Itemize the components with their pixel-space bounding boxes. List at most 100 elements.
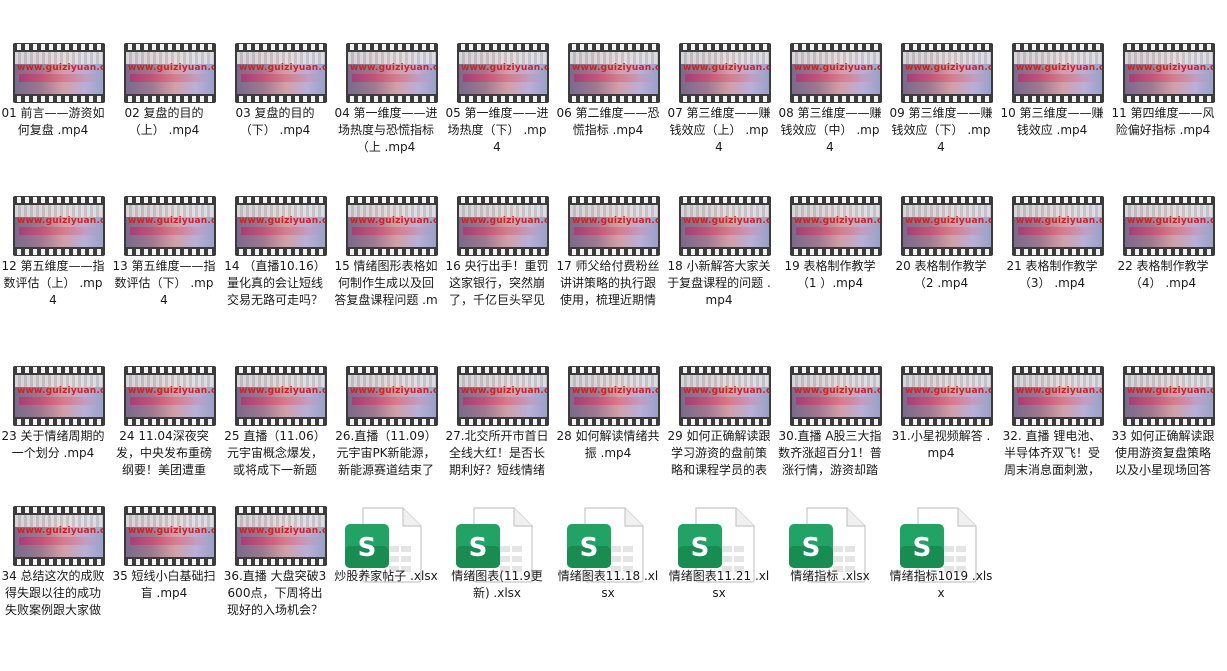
watermark-text: www.guiziyuan.cn	[128, 386, 214, 396]
file-name-label: 14 （直播10.16）量化真的会让短线交易无路可走吗？游资解…	[224, 259, 326, 307]
video-thumbnail-icon: www.guiziyuan.cn	[1012, 43, 1104, 103]
file-name-label: 13 第五维度——指数评估（下） .mp4	[112, 259, 216, 307]
watermark-text: www.guiziyuan.cn	[1016, 216, 1102, 226]
watermark-text: www.guiziyuan.cn	[905, 63, 991, 73]
video-thumbnail-icon: www.guiziyuan.cn	[457, 43, 549, 103]
video-thumbnail-icon: www.guiziyuan.cn	[790, 196, 882, 256]
watermark-text: www.guiziyuan.cn	[239, 63, 325, 73]
file-name-label: 29 如何正确解读跟学习游资的盘前策略和课程学员的表格制作…	[667, 429, 771, 477]
video-thumbnail-icon: www.guiziyuan.cn	[235, 43, 327, 103]
video-thumbnail-icon: www.guiziyuan.cn	[1012, 366, 1104, 426]
file-name-label: 35 短线小白基础扫盲 .mp4	[112, 569, 216, 600]
watermark-text: www.guiziyuan.cn	[683, 216, 769, 226]
video-thumbnail-icon: www.guiziyuan.cn	[124, 506, 216, 566]
video-thumbnail-icon: www.guiziyuan.cn	[457, 196, 549, 256]
watermark-text: www.guiziyuan.cn	[794, 216, 880, 226]
video-thumbnail-icon: www.guiziyuan.cn	[235, 506, 327, 566]
video-thumbnail-icon: www.guiziyuan.cn	[235, 196, 327, 256]
file-name-label: 01 前言——游资如何复盘 .mp4	[1, 106, 105, 137]
watermark-text: www.guiziyuan.cn	[17, 526, 103, 536]
file-name-label: 11 第四维度——风险偏好指标 .mp4	[1111, 106, 1215, 137]
file-name-label: 27.北交所开市首日全线大红！是否长期利好？短线情绪见顶，…	[445, 429, 549, 477]
file-name-label: 30.直播 A股三大指数齐涨超百分1！普涨行情，游资却踏空？下…	[778, 429, 882, 477]
video-thumbnail-icon: www.guiziyuan.cn	[790, 43, 882, 103]
video-thumbnail-icon: www.guiziyuan.cn	[124, 366, 216, 426]
watermark-text: www.guiziyuan.cn	[683, 386, 769, 396]
watermark-text: www.guiziyuan.cn	[128, 216, 214, 226]
watermark-text: www.guiziyuan.cn	[794, 386, 880, 396]
file-name-label: 情绪图表11.18 .xlsx	[557, 569, 659, 600]
watermark-text: www.guiziyuan.cn	[1127, 386, 1213, 396]
file-name-label: 23 关于情绪周期的一个划分 .mp4	[1, 429, 105, 460]
file-name-label: 10 第三维度——赚钱效应 .mp4	[1000, 106, 1104, 137]
file-name-label: 炒股养家帖子 .xlsx	[334, 569, 438, 583]
file-name-label: 36.直播 大盘突破3600点，下周将出现好的入场机会？职业游…	[223, 569, 327, 617]
watermark-text: www.guiziyuan.cn	[239, 216, 325, 226]
file-name-label: 05 第一维度——进场热度（下） .mp4	[445, 106, 549, 154]
video-thumbnail-icon: www.guiziyuan.cn	[568, 366, 660, 426]
file-name-label: 04 第一维度——进场热度与恐慌指标（上 .mp4	[334, 106, 438, 154]
watermark-text: www.guiziyuan.cn	[1127, 63, 1213, 73]
file-name-label: 情绪指标1019 .xlsx	[889, 569, 993, 600]
video-thumbnail-icon: www.guiziyuan.cn	[1123, 43, 1215, 103]
svg-text:S: S	[913, 533, 932, 563]
file-name-label: 06 第二维度——恐慌指标 .mp4	[556, 106, 660, 137]
svg-text:S: S	[691, 533, 710, 563]
video-thumbnail-icon: www.guiziyuan.cn	[901, 43, 993, 103]
file-name-label: 情绪图表(11.9更新) .xlsx	[451, 569, 543, 600]
watermark-text: www.guiziyuan.cn	[350, 216, 436, 226]
file-name-label: 情绪图表11.21 .xlsx	[668, 569, 770, 600]
file-name-label: 17 师父给付费粉丝讲讲策略的执行跟使用，梳理近期情况 .mp4	[556, 259, 660, 307]
file-name-label: 18 小新解答大家关于复盘课程的问题 .mp4	[667, 259, 771, 307]
watermark-text: www.guiziyuan.cn	[17, 63, 103, 73]
watermark-text: www.guiziyuan.cn	[17, 216, 103, 226]
video-thumbnail-icon: www.guiziyuan.cn	[13, 43, 105, 103]
watermark-text: www.guiziyuan.cn	[572, 386, 658, 396]
file-name-label: 03 复盘的目的（下） .mp4	[235, 106, 315, 137]
video-thumbnail-icon: www.guiziyuan.cn	[679, 43, 771, 103]
watermark-text: www.guiziyuan.cn	[461, 386, 547, 396]
watermark-text: www.guiziyuan.cn	[1127, 216, 1213, 226]
svg-text:S: S	[580, 533, 599, 563]
video-thumbnail-icon: www.guiziyuan.cn	[1123, 196, 1215, 256]
file-name-label: 16 央行出手！重罚这家银行，突然崩了，千亿巨头罕见跌停，6…	[445, 259, 549, 307]
file-name-label: 21 表格制作教学（3） .mp4	[1006, 259, 1098, 290]
file-name-label: 22 表格制作教学（4） .mp4	[1117, 259, 1209, 290]
video-thumbnail-icon: www.guiziyuan.cn	[124, 196, 216, 256]
file-name-label: 07 第三维度——赚钱效应（上） .mp4	[667, 106, 771, 154]
video-thumbnail-icon: www.guiziyuan.cn	[568, 196, 660, 256]
video-thumbnail-icon: www.guiziyuan.cn	[346, 366, 438, 426]
video-thumbnail-icon: www.guiziyuan.cn	[13, 366, 105, 426]
video-thumbnail-icon: www.guiziyuan.cn	[457, 366, 549, 426]
watermark-text: www.guiziyuan.cn	[572, 216, 658, 226]
watermark-text: www.guiziyuan.cn	[239, 526, 325, 536]
file-name-label: 08 第三维度——赚钱效应（中） .mp4	[778, 106, 882, 154]
file-name-label: 02 复盘的目的（上） .mp4	[124, 106, 204, 137]
video-thumbnail-icon: www.guiziyuan.cn	[346, 196, 438, 256]
file-name-label: 31.小星视频解答 .mp4	[891, 429, 991, 460]
file-name-label: 26.直播（11.09）元宇宙PK新能源，新能源赛道结束了吗？…	[335, 429, 437, 477]
watermark-text: www.guiziyuan.cn	[461, 216, 547, 226]
file-name-label: 12 第五维度——指数评估（上） .mp4	[1, 259, 105, 307]
file-name-label: 19 表格制作教学（1 ）.mp4	[784, 259, 876, 290]
video-thumbnail-icon: www.guiziyuan.cn	[13, 506, 105, 566]
watermark-text: www.guiziyuan.cn	[350, 63, 436, 73]
video-thumbnail-icon: www.guiziyuan.cn	[901, 196, 993, 256]
watermark-text: www.guiziyuan.cn	[1016, 386, 1102, 396]
file-name-label: 15 情绪图形表格如何制作生成以及回答复盘课程问题 .mp4	[334, 259, 438, 307]
watermark-text: www.guiziyuan.cn	[794, 63, 880, 73]
video-thumbnail-icon: www.guiziyuan.cn	[124, 43, 216, 103]
watermark-text: www.guiziyuan.cn	[905, 216, 991, 226]
svg-text:S: S	[358, 533, 377, 563]
watermark-text: www.guiziyuan.cn	[572, 63, 658, 73]
file-name-label: 20 表格制作教学（2 .mp4	[895, 259, 987, 290]
video-thumbnail-icon: www.guiziyuan.cn	[235, 366, 327, 426]
video-thumbnail-icon: www.guiziyuan.cn	[1123, 366, 1215, 426]
svg-text:S: S	[802, 533, 821, 563]
watermark-text: www.guiziyuan.cn	[461, 63, 547, 73]
video-thumbnail-icon: www.guiziyuan.cn	[346, 43, 438, 103]
watermark-text: www.guiziyuan.cn	[239, 386, 325, 396]
watermark-text: www.guiziyuan.cn	[350, 386, 436, 396]
watermark-text: www.guiziyuan.cn	[128, 526, 214, 536]
video-thumbnail-icon: www.guiziyuan.cn	[901, 366, 993, 426]
